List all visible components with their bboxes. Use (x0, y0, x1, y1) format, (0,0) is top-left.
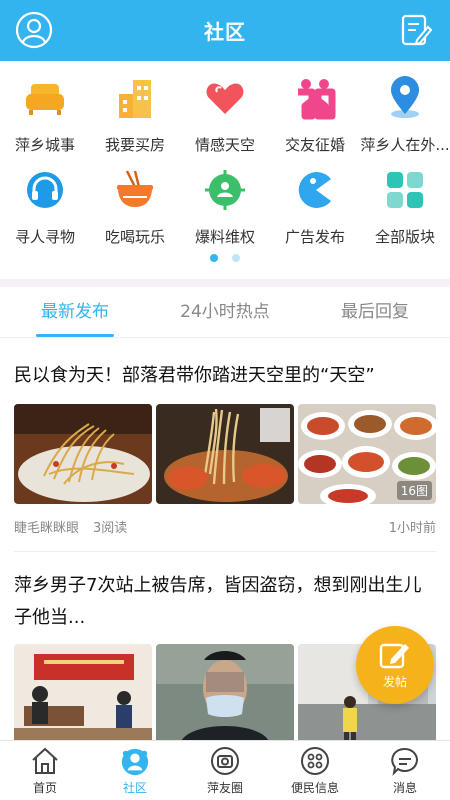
category-label: 寻人寻物 (14, 228, 75, 246)
pacman-icon (293, 168, 337, 212)
pencil-note-icon (379, 643, 409, 668)
sofa-icon (23, 76, 67, 120)
category-item[interactable]: 情感天空 (180, 61, 270, 154)
app-header: 社区 (0, 0, 450, 61)
category-item[interactable]: 全部版块 (360, 153, 450, 246)
hearts-icon (203, 76, 247, 120)
post-author[interactable]: 睫毛眯眯眼 (14, 517, 79, 536)
post-divider (14, 551, 436, 552)
community-icon (120, 746, 150, 776)
category-item[interactable]: 寻人寻物 (0, 153, 90, 246)
post-image[interactable] (14, 644, 152, 744)
post-image[interactable]: 16图 (298, 404, 436, 504)
couple-icon (293, 76, 337, 120)
nav-label: 首页 (32, 781, 57, 795)
category-label: 我要买房 (104, 136, 165, 154)
grid-blocks-icon (383, 168, 427, 212)
category-item[interactable]: 广告发布 (270, 153, 360, 246)
category-item[interactable]: 我要买房 (90, 61, 180, 154)
page-indicator (0, 254, 450, 262)
page-dot[interactable] (232, 254, 240, 262)
category-label: 全部版块 (374, 228, 435, 246)
category-item[interactable]: 交友征婚 (270, 61, 360, 154)
section-divider (0, 279, 450, 287)
new-post-fab[interactable]: 发帖 (356, 626, 434, 704)
camera-circle-icon (210, 746, 240, 776)
category-item[interactable]: 爆料维权 (180, 153, 270, 246)
category-item[interactable]: 吃喝玩乐 (90, 153, 180, 246)
category-item[interactable]: 萍乡人在外... (360, 61, 450, 154)
chat-bubble-icon (390, 746, 420, 776)
category-label: 萍乡城事 (14, 136, 75, 154)
nav-services[interactable]: 便民信息 (270, 741, 360, 800)
post-image[interactable] (156, 404, 294, 504)
nav-label: 便民信息 (290, 781, 339, 795)
profile-button[interactable] (14, 10, 54, 50)
page-dot-active[interactable] (210, 254, 218, 262)
category-item[interactable]: 萍乡城事 (0, 61, 90, 154)
services-grid-icon (300, 746, 330, 776)
tab-last-reply[interactable]: 最后回复 (300, 287, 450, 337)
category-label: 交友征婚 (284, 136, 345, 154)
post-meta: 睫毛眯眯眼 3阅读 1小时前 (14, 517, 436, 536)
post-images: 16图 (14, 404, 436, 504)
post-image[interactable] (14, 404, 152, 504)
edit-note-icon (401, 14, 432, 46)
target-person-icon (203, 168, 247, 212)
category-grid: 萍乡城事 我要买房 情感天空 交友征婚 萍乡人在外... 寻人寻物 吃喝玩乐 爆… (0, 61, 450, 279)
post-title[interactable]: 萍乡男子7次站上被告席，皆因盗窃，想到刚出生儿子他当... (14, 570, 436, 634)
post-card[interactable]: 民以食为天！部落君带你踏进天空里的“天空” 16图 睫毛眯眯眼 3阅读 1小时前 (14, 360, 436, 536)
location-pin-icon (383, 76, 427, 120)
headset-icon (23, 168, 67, 212)
page-title: 社区 (204, 20, 246, 44)
nav-label: 社区 (122, 781, 147, 795)
tab-latest[interactable]: 最新发布 (0, 287, 150, 337)
post-time: 1小时前 (388, 521, 436, 536)
nav-home[interactable]: 首页 (0, 741, 90, 800)
compose-button[interactable] (396, 10, 436, 50)
fab-label: 发帖 (382, 674, 407, 689)
post-title[interactable]: 民以食为天！部落君带你踏进天空里的“天空” (14, 360, 436, 392)
building-icon (113, 76, 157, 120)
user-avatar-icon (15, 11, 53, 49)
noodle-bowl-icon (113, 168, 157, 212)
post-reads: 3阅读 (93, 521, 128, 536)
feed-tabs: 最新发布 24小时热点 最后回复 (0, 287, 450, 338)
nav-friends-circle[interactable]: 萍友圈 (180, 741, 270, 800)
bottom-nav: 首页 社区 萍友圈 便民信息 消息 (0, 740, 450, 800)
nav-label: 消息 (392, 781, 417, 795)
category-label: 情感天空 (194, 136, 255, 154)
nav-messages[interactable]: 消息 (360, 741, 450, 800)
category-label: 爆料维权 (194, 228, 255, 246)
post-image[interactable] (156, 644, 294, 744)
category-label: 广告发布 (284, 228, 345, 246)
category-label: 吃喝玩乐 (104, 228, 165, 246)
image-count-badge: 16图 (396, 481, 432, 500)
tab-24h-hot[interactable]: 24小时热点 (150, 287, 300, 337)
home-icon (30, 746, 60, 776)
nav-label: 萍友圈 (206, 781, 243, 795)
nav-community[interactable]: 社区 (90, 741, 180, 800)
category-label: 萍乡人在外... (360, 136, 450, 154)
